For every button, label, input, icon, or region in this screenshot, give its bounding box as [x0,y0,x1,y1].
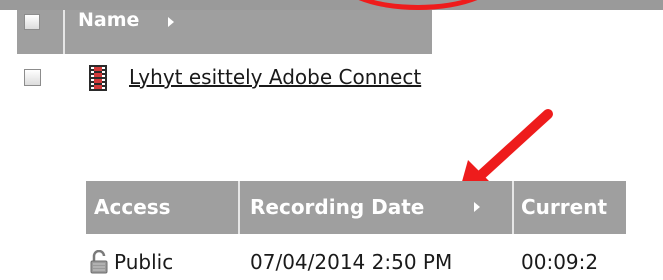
column-header-current[interactable]: Current [521,194,626,220]
column-separator [63,10,65,54]
recording-date-value: 07/04/2014 2:50 PM [250,250,453,274]
column-header-name[interactable]: Name [78,9,139,31]
sort-arrow-icon[interactable] [168,17,174,27]
access-value: Public [114,250,174,274]
recording-link[interactable]: Lyhyt esittely Adobe Connect [129,62,432,92]
column-separator [238,181,240,234]
row-checkbox[interactable] [24,69,41,86]
duration-value: 00:09:2 [521,250,599,274]
unlocked-padlock-icon [90,250,108,274]
column-header-access[interactable]: Access [94,194,171,220]
film-icon [89,65,107,91]
sort-arrow-icon[interactable] [474,202,480,212]
column-separator [512,181,514,234]
select-all-checkbox[interactable] [24,14,40,30]
column-header-recording-date[interactable]: Recording Date [250,194,424,220]
